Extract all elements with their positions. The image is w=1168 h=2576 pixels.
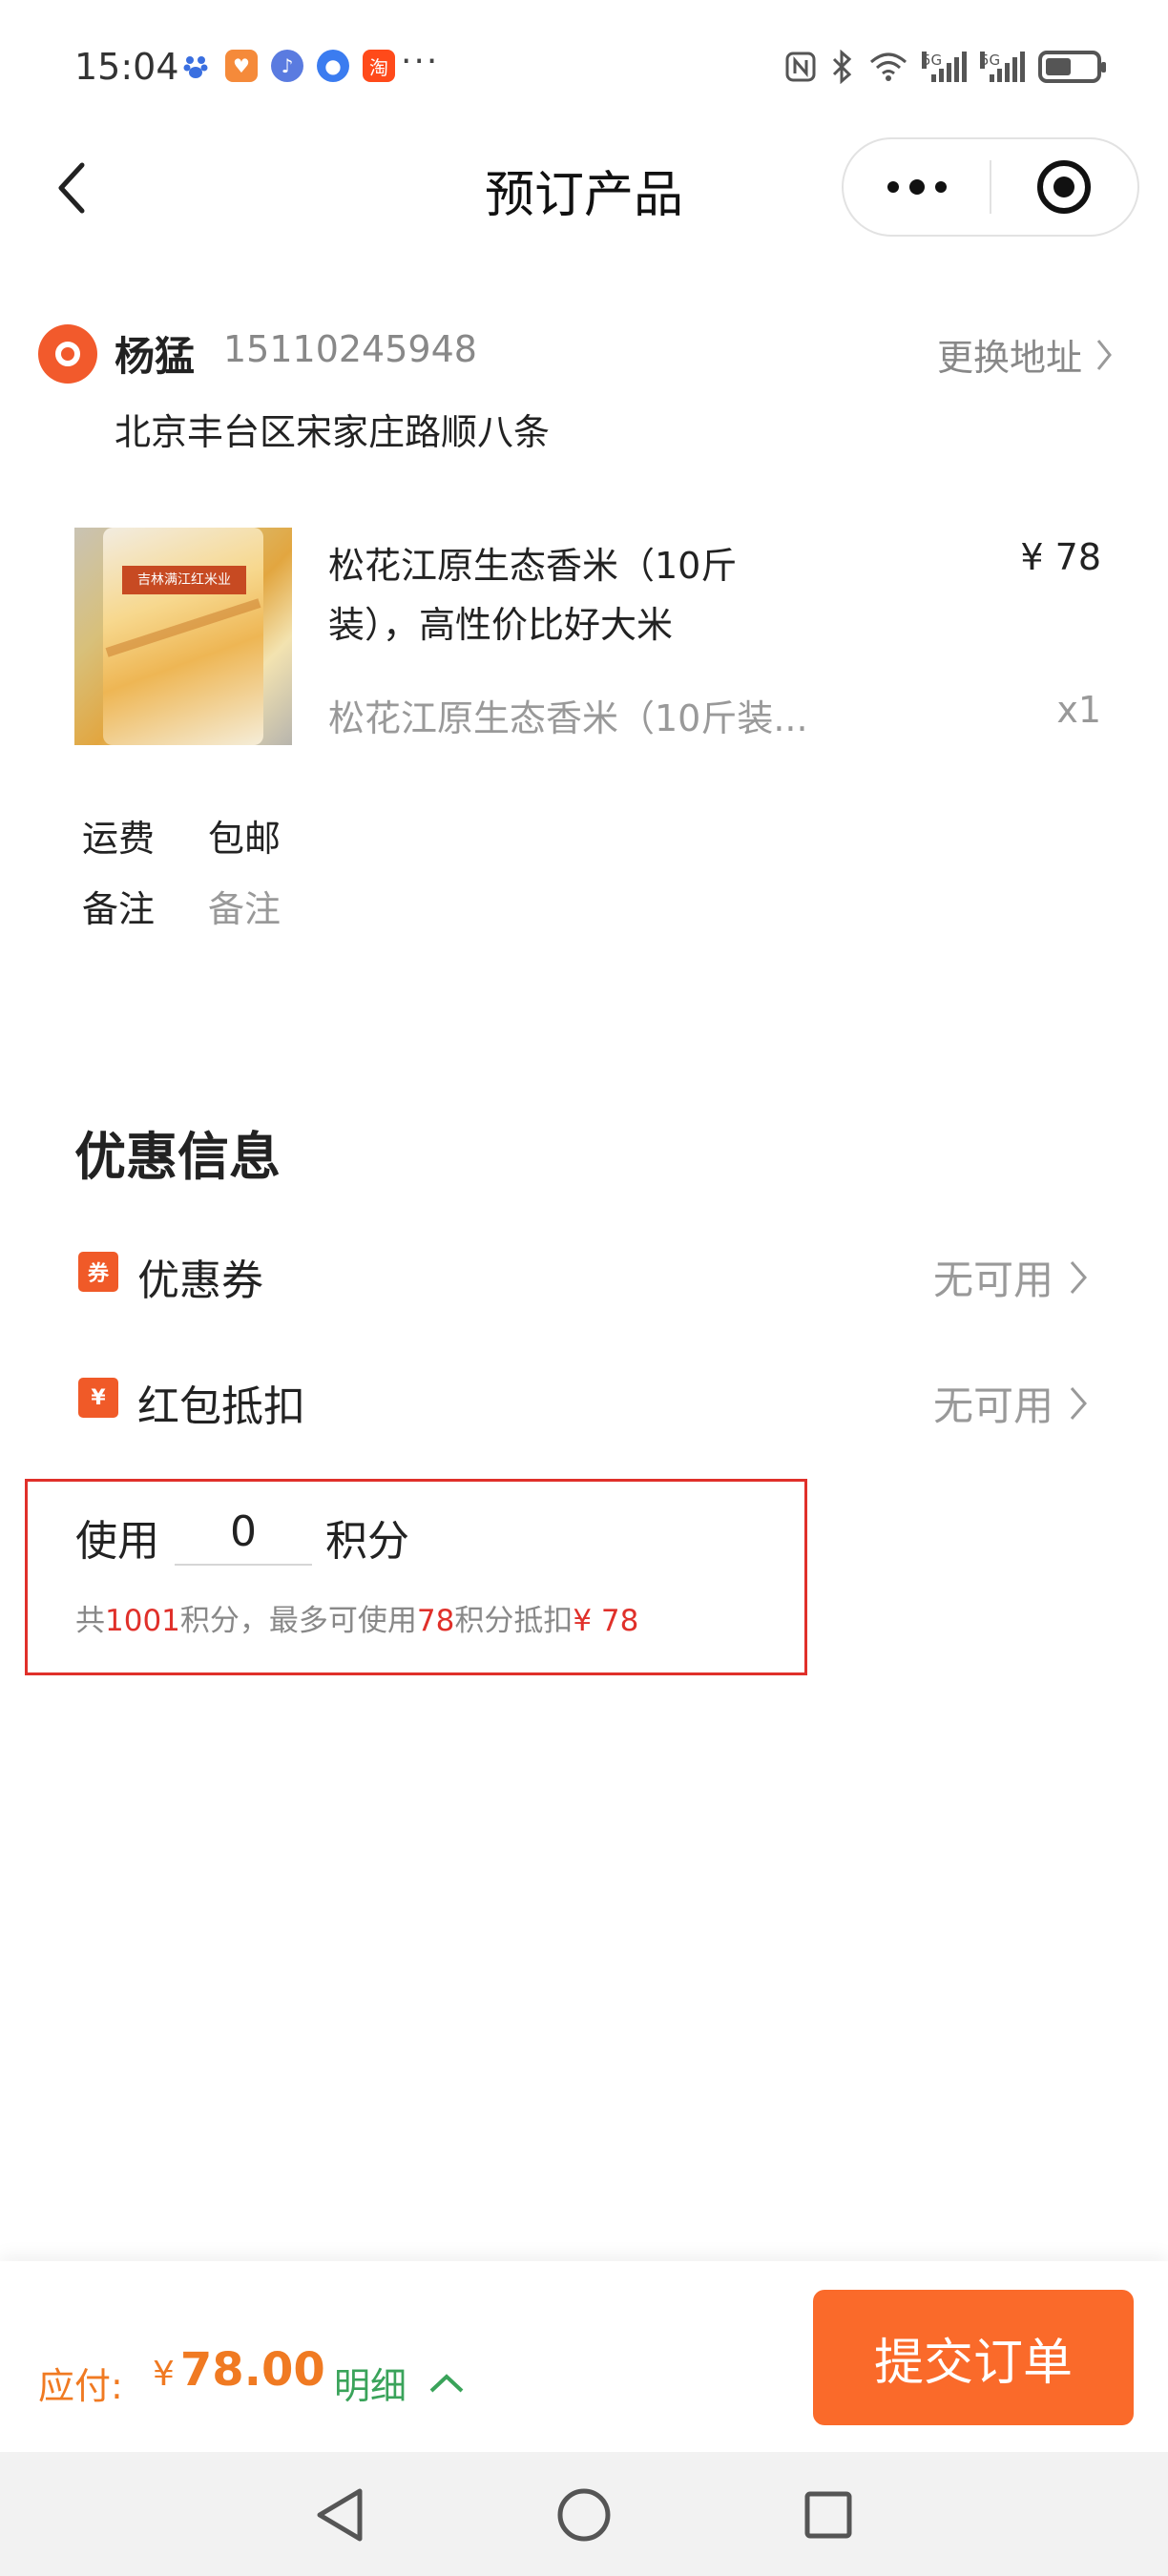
- recipient-phone: 15110245948: [223, 328, 477, 370]
- nav-recents-button[interactable]: [798, 2484, 859, 2545]
- change-address-link[interactable]: 更换地址: [937, 328, 1113, 381]
- detail-label: 明细: [334, 2365, 407, 2407]
- product-price: ¥ 78: [1020, 536, 1101, 578]
- music-app-icon: ♪: [271, 50, 303, 82]
- nfc-icon: [785, 52, 816, 82]
- heart-app-icon: ♥: [225, 50, 258, 82]
- signal-icon-2: 5G: [980, 52, 1025, 82]
- product-quantity: x1: [1056, 689, 1101, 731]
- note-label: 备注: [82, 888, 156, 930]
- status-indicators: 5G 5G: [784, 50, 1106, 84]
- points-total: 1001: [105, 1604, 180, 1638]
- nav-back-button[interactable]: [309, 2484, 370, 2545]
- submit-order-button[interactable]: 提交订单: [813, 2290, 1134, 2425]
- more-menu-button[interactable]: [844, 139, 990, 235]
- product-title: 松花江原生态香米（10斤装），高性价比好大米: [328, 545, 738, 646]
- redpacket-row[interactable]: ¥ 红包抵扣 无可用: [0, 1357, 1168, 1443]
- note-input[interactable]: 备注: [208, 880, 281, 932]
- chevron-right-icon: [1070, 1260, 1087, 1294]
- nav-home-button[interactable]: [553, 2484, 615, 2545]
- coupon-label: 优惠券: [137, 1257, 263, 1305]
- address-section[interactable]: 杨猛 15110245948 更换地址 北京丰台区宋家庄路顺八条: [0, 315, 1168, 458]
- baidu-app-icon: [179, 50, 212, 82]
- points-max: 78: [416, 1604, 455, 1638]
- status-time: 15:04: [74, 46, 179, 88]
- redpacket-icon: ¥: [78, 1378, 118, 1418]
- circle-home-icon: [557, 2488, 611, 2542]
- status-app-icons: ♥ ♪ ● 淘: [179, 50, 395, 82]
- wifi-icon: [870, 52, 907, 81]
- discount-section-title: 优惠信息: [74, 1127, 281, 1187]
- shipping-label: 运费: [82, 818, 156, 860]
- points-redeem-box: 使用 积分 共1001积分，最多可使用78积分抵扣¥ 78: [25, 1479, 807, 1675]
- address-detail: 北京丰台区宋家庄路顺八条: [115, 411, 551, 453]
- pay-amount: ¥78.00: [153, 2343, 325, 2397]
- more-dots-icon: [886, 179, 947, 195]
- redpacket-label: 红包抵扣: [137, 1382, 305, 1431]
- chevron-right-icon: [1096, 339, 1112, 370]
- browser-app-icon: ●: [317, 50, 349, 82]
- product-image: 吉林满江红米业: [74, 528, 292, 745]
- coupon-row[interactable]: 券 优惠券 无可用: [0, 1231, 1168, 1317]
- status-bar: 15:04 ♥ ♪ ● 淘 ··· 5G 5G: [0, 0, 1168, 134]
- checkout-bar: 应付: ¥78.00 明细 提交订单: [0, 2261, 1168, 2452]
- close-program-button[interactable]: [991, 139, 1137, 235]
- battery-icon: [1038, 51, 1106, 83]
- points-info-text: 共1001积分，最多可使用78积分抵扣¥ 78: [75, 1604, 639, 1638]
- shipping-value: 包邮: [208, 818, 282, 860]
- title-bar: 预订产品: [0, 134, 1168, 243]
- product-image-label: 吉林满江红米业: [122, 566, 246, 594]
- target-circle-icon: [1037, 160, 1092, 214]
- bluetooth-icon: [832, 50, 852, 84]
- signal-icon: 5G: [922, 52, 967, 82]
- change-address-label: 更换地址: [936, 337, 1082, 379]
- taobao-app-icon: 淘: [363, 50, 395, 82]
- points-use-label: 使用: [75, 1517, 159, 1566]
- system-nav-bar: [0, 2452, 1168, 2576]
- triangle-back-icon: [317, 2488, 363, 2542]
- mini-program-capsule: [842, 137, 1139, 237]
- status-more-icon: ···: [401, 42, 440, 81]
- redpacket-value: 无可用: [933, 1374, 1088, 1432]
- detail-toggle[interactable]: 明细: [334, 2357, 466, 2409]
- recipient-name: 杨猛: [115, 333, 196, 380]
- chevron-up-icon: [429, 2373, 464, 2392]
- pay-label: 应付:: [38, 2365, 123, 2407]
- coupon-icon: 券: [78, 1252, 118, 1292]
- points-deduct-amount: ¥ 78: [573, 1604, 639, 1638]
- coupon-value: 无可用: [933, 1248, 1088, 1306]
- chevron-right-icon: [1070, 1386, 1087, 1420]
- location-pin-icon: [38, 324, 97, 384]
- square-recents-icon: [804, 2491, 852, 2539]
- points-input[interactable]: [175, 1499, 312, 1566]
- product-item: 吉林满江红米业 松花江原生态香米（10斤装），高性价比好大米 ¥ 78 松花江原…: [0, 525, 1168, 745]
- points-unit-label: 积分: [325, 1517, 409, 1566]
- product-spec: 松花江原生态香米（10斤装...: [328, 697, 808, 739]
